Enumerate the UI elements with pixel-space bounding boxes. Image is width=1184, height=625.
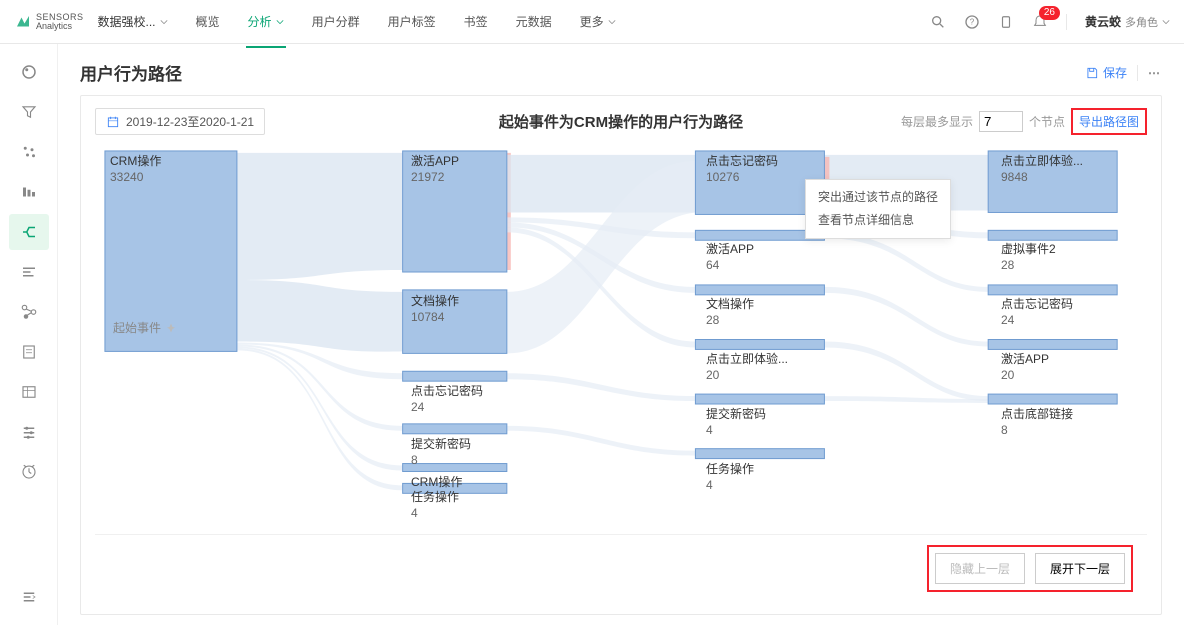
tooltip-highlight-path[interactable]: 突出通过该节点的路径 [818,186,938,209]
page-title: 用户行为路径 [80,60,182,85]
top-navbar: SENSORS Analytics 数据强校... 概览 分析 用户分群 用户标… [0,0,1184,44]
sidebar-item-table[interactable] [9,374,49,410]
sankey-chart[interactable]: CRM操作33240 起始事件 激活APP21972 文档操作10784 点击忘… [95,143,1147,526]
project-selector[interactable]: 数据强校... [98,13,168,30]
sidebar-item-overview[interactable] [9,54,49,90]
sidebar-collapse[interactable] [9,579,49,615]
node-context-menu: 突出通过该节点的路径 查看节点详细信息 [805,179,951,239]
max-nodes-label-prefix: 每层最多显示 [901,113,973,130]
calendar-icon [106,115,120,129]
chevron-down-icon [1162,18,1170,26]
max-nodes-input[interactable] [979,111,1023,132]
search-icon[interactable] [930,14,946,30]
tab-metadata[interactable]: 元数据 [516,9,552,34]
user-menu[interactable]: 黄云蛟 多角色 [1085,13,1170,30]
save-icon [1085,66,1099,80]
divider [1137,65,1138,81]
tab-analysis[interactable]: 分析 [248,9,284,34]
hide-prev-layer-button[interactable]: 隐藏上一层 [935,553,1025,584]
user-name: 黄云蛟 [1085,13,1121,30]
tab-bookmarks[interactable]: 书签 [464,9,488,34]
chevron-down-icon [276,18,284,26]
start-event-tag: 起始事件 [113,319,177,336]
tab-user-tags[interactable]: 用户标签 [388,9,436,34]
export-path-link[interactable]: 导出路径图 [1079,115,1139,129]
sidebar-item-sql[interactable] [9,334,49,370]
sidebar-item-retention[interactable] [9,174,49,210]
pin-icon [165,322,177,334]
svg-text:?: ? [970,17,975,26]
main-tabs: 概览 分析 用户分群 用户标签 书签 元数据 更多 [196,9,616,34]
topnav-right: ? 26 黄云蛟 多角色 [930,13,1170,30]
date-range-picker[interactable]: 2019-12-23至2020-1-21 [95,108,265,135]
tab-overview[interactable]: 概览 [196,9,220,34]
page-header: 用户行为路径 保存 ⋯ [58,44,1184,95]
divider [1066,14,1067,30]
notification-badge: 26 [1039,6,1060,20]
sidebar-item-attribution[interactable] [9,294,49,330]
bell-icon[interactable]: 26 [1032,14,1048,30]
tooltip-node-details[interactable]: 查看节点详细信息 [818,209,938,232]
more-button[interactable]: ⋯ [1148,66,1162,80]
tab-cohort[interactable]: 用户分群 [312,9,360,34]
mobile-icon[interactable] [998,14,1014,30]
brand-text: SENSORS Analytics [36,13,84,31]
chevron-down-icon [160,18,168,26]
help-icon[interactable]: ? [964,14,980,30]
logo-icon [14,13,32,31]
panel-footer: 隐藏上一层 展开下一层 [95,534,1147,602]
save-button[interactable]: 保存 [1085,64,1127,81]
tab-more[interactable]: 更多 [580,9,616,34]
brand-logo: SENSORS Analytics [14,13,84,31]
sidebar-item-distribution[interactable] [9,254,49,290]
expand-next-layer-button[interactable]: 展开下一层 [1035,553,1125,584]
sidebar-item-funnel[interactable] [9,94,49,130]
sidebar-item-monitor[interactable] [9,454,49,490]
panel-toolbar: 2019-12-23至2020-1-21 起始事件为CRM操作的用户行为路径 每… [95,108,1147,135]
user-role: 多角色 [1125,14,1158,30]
left-sidebar [0,44,58,625]
analysis-panel: 2019-12-23至2020-1-21 起始事件为CRM操作的用户行为路径 每… [80,95,1162,615]
chart-title: 起始事件为CRM操作的用户行为路径 [499,111,743,132]
chevron-down-icon [608,18,616,26]
main-content: 用户行为路径 保存 ⋯ 2019-12-23至2020-1-21 起始事件为CR… [58,44,1184,625]
sidebar-item-heatmap[interactable] [9,414,49,450]
max-nodes-label-suffix: 个节点 [1029,113,1065,130]
sidebar-item-segmentation[interactable] [9,134,49,170]
sidebar-item-path[interactable] [9,214,49,250]
